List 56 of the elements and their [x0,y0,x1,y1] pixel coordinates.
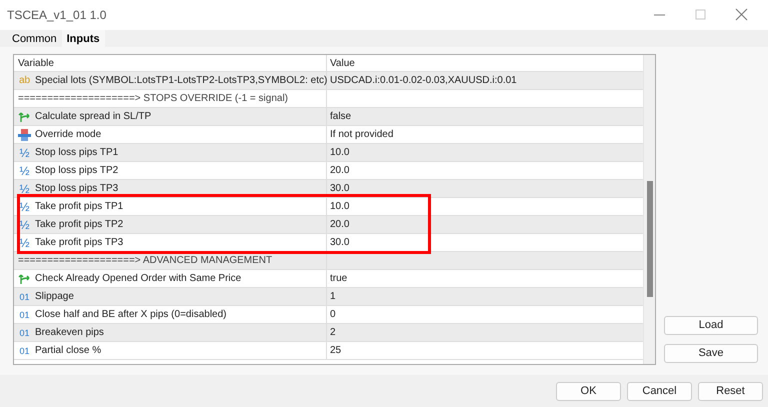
dialog-button[interactable]: Load [664,316,758,335]
dialog-button[interactable]: OK [556,382,621,400]
integer-type-icon: 01 [18,326,31,338]
variable-name: Take profit pips TP2 [35,218,124,232]
text-type-icon: ab [18,74,31,86]
variable-name: Stop loss pips TP2 [35,164,118,178]
section-heading: ====================> STOPS OVERRIDE (-1 = signal) [18,92,288,106]
value-cell[interactable]: If not provided [327,127,394,142]
variable-name: Close half and BE after X pips (0=disabled) [35,308,226,322]
window-title: TSCEA_v1_01 1.0 [7,7,108,24]
variable-name: Stop loss pips TP3 [35,182,118,196]
scrollbar-thumb[interactable] [647,181,653,297]
value-cell[interactable]: true [327,271,348,286]
variable-name: Stop loss pips TP1 [35,146,118,160]
variable-name: Take profit pips TP3 [35,236,124,250]
value-cell[interactable]: 0 [327,307,336,322]
variable-name: Take profit pips TP1 [35,200,124,214]
variable-name: Special lots (SYMBOL:LotsTP1-LotsTP2-LotsTP3,SYMBOL2: etc) [35,74,328,88]
value-cell[interactable]: 20.0 [327,163,350,178]
value-cell[interactable]: 30.0 [327,235,350,250]
variable-name: Partial close % [35,344,102,358]
value-cell[interactable]: 10.0 [327,145,350,160]
column-header: Value [329,56,355,70]
integer-type-icon: 01 [18,344,31,356]
value-cell[interactable]: 1 [327,289,336,304]
value-cell[interactable]: 10.0 [327,199,350,214]
fraction-type-icon: ½ [18,182,31,194]
dialog-button[interactable]: Cancel [627,382,692,400]
value-cell[interactable]: 25 [327,343,342,358]
value-cell[interactable]: 30.0 [327,181,350,196]
variable-name: Calculate spread in SL/TP [35,110,152,124]
variable-name: Breakeven pips [35,326,104,340]
value-cell[interactable]: 2 [327,325,336,340]
fraction-type-icon: ½ [18,164,31,176]
tab[interactable]: Common [7,31,62,47]
list-type-icon [18,128,31,140]
variable-name: Check Already Opened Order with Same Price [35,272,242,286]
integer-type-icon: 01 [18,308,31,320]
column-header: Variable [14,55,327,71]
fraction-type-icon: ½ [18,200,31,212]
value-cell[interactable]: 20.0 [327,217,350,232]
fraction-type-icon: ½ [18,146,31,158]
scrollbar[interactable] [643,55,655,364]
variable-name: Override mode [35,128,102,142]
value-cell[interactable]: USDCAD.i:0.01-0.02-0.03,XAUUSD.i:0.01 [327,73,517,88]
section-heading: ====================> ADVANCED MANAGEMENT [18,254,272,268]
fraction-type-icon: ½ [18,218,31,230]
branch-arrow-icon [18,272,31,284]
fraction-type-icon: ½ [18,236,31,248]
tab[interactable]: Inputs [62,30,105,47]
value-cell[interactable]: false [327,109,352,124]
branch-arrow-icon [18,110,31,122]
integer-type-icon: 01 [18,290,31,302]
variable-name: Slippage [35,290,74,304]
dialog-button[interactable]: Save [664,344,758,363]
dialog-button[interactable]: Reset [698,382,763,400]
